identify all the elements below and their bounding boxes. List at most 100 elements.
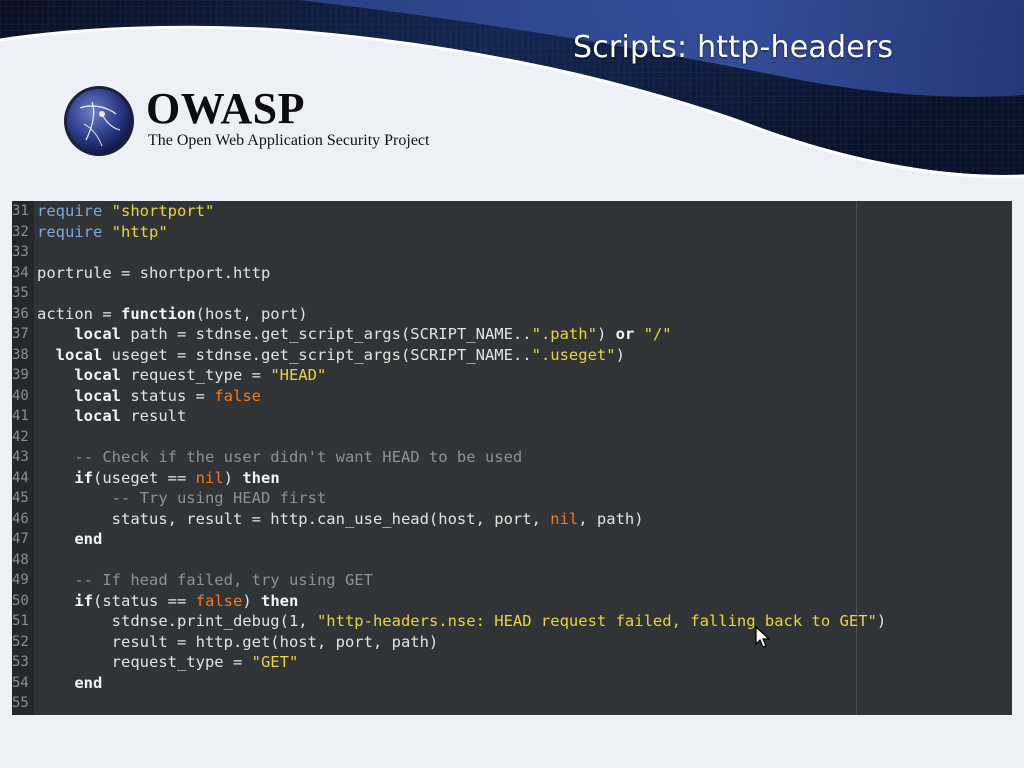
code-text: if(status == false) then [37, 591, 298, 612]
slide-title: Scripts: http-headers [573, 30, 894, 65]
code-token-kw: then [261, 591, 299, 610]
line-number: 54 [12, 674, 29, 691]
code-token-pl: status, result = http.can_use_head(host,… [37, 509, 551, 528]
code-line: 54 end [12, 673, 1012, 694]
code-token-pl: action = [37, 304, 121, 323]
line-number: 32 [12, 223, 29, 240]
code-token-kw: end [74, 673, 103, 692]
line-number: 45 [12, 490, 29, 506]
code-token-cst: nil [195, 468, 224, 487]
line-number: 42 [12, 428, 29, 445]
code-body: 31 require "shortport" 32 require "http" 33 3… [12, 201, 1012, 714]
code-token-kw: or [615, 325, 635, 343]
line-number: 33 [12, 244, 29, 260]
code-text: local useget = stdnse.get_script_args(SC… [37, 345, 625, 366]
code-line: 43 -- Check if the user didn't want HEAD… [12, 447, 1012, 468]
code-line: 38 local useget = stdnse.get_script_args… [12, 345, 1012, 366]
code-editor: 31 require "shortport" 32 require "http" 33 3… [12, 201, 1012, 715]
code-text: result = http.get(host, port, path) [37, 632, 439, 653]
code-token-pl: , path) [578, 509, 644, 528]
code-token-req: require [37, 222, 103, 241]
code-line: 52 result = http.get(host, port, path) [12, 632, 1012, 653]
line-number: 51 [12, 613, 29, 629]
code-token-pl: (status == [93, 591, 196, 610]
code-token-pl: (useget == [93, 468, 196, 487]
code-line: 33 [12, 242, 1012, 263]
line-number: 36 [12, 305, 29, 322]
code-token-kw: if [74, 468, 93, 487]
line-number: 37 [12, 326, 29, 342]
code-token-pl: ) [615, 345, 625, 364]
line-number: 46 [12, 510, 29, 527]
code-line: 42 [12, 427, 1012, 448]
code-line: 40 local status = false [12, 386, 1012, 407]
code-text: local request_type = "HEAD" [37, 365, 326, 386]
code-token-str: ".path" [531, 325, 597, 343]
code-token-pl: ) [596, 325, 616, 343]
code-token-cmt: -- Try using HEAD first [111, 489, 327, 507]
line-number: 31 [12, 203, 29, 219]
line-number: 40 [12, 387, 29, 404]
code-token-pl: ) [223, 468, 243, 487]
code-line: 37 local path = stdnse.get_script_args(S… [12, 324, 1012, 345]
code-token-str: "http-headers.nse: HEAD request failed, … [316, 612, 877, 630]
code-text: local status = false [37, 386, 261, 407]
code-text: require "http" [37, 222, 168, 243]
line-number: 34 [12, 264, 29, 281]
line-number: 43 [12, 449, 29, 465]
code-token-cst: nil [550, 509, 579, 528]
code-token-pl: request_type = [37, 653, 252, 671]
code-token-str: ".useget" [531, 345, 616, 364]
code-token-str: "GET" [251, 653, 299, 671]
code-token-pl: portrule = shortport.http [37, 263, 271, 282]
code-token-req: require [37, 202, 103, 220]
line-number: 50 [12, 592, 29, 609]
owasp-wordmark: OWASP [146, 84, 305, 133]
code-token-str: "shortport" [111, 202, 215, 220]
code-line: 47 end [12, 529, 1012, 550]
code-token-pl: request_type = [121, 366, 271, 384]
code-text: end [37, 673, 102, 694]
code-token-str: "http" [111, 222, 168, 241]
code-line: 49 -- If head failed, try using GET [12, 570, 1012, 591]
code-text: -- If head failed, try using GET [37, 570, 373, 591]
line-number: 47 [12, 531, 29, 547]
code-token-kw: local [74, 366, 121, 384]
line-number: 41 [12, 408, 29, 424]
code-text: -- Check if the user didn't want HEAD to… [37, 447, 522, 468]
code-token-cst: false [195, 591, 243, 610]
code-token-pl: (host, port) [195, 304, 308, 323]
owasp-tagline: The Open Web Application Security Projec… [148, 132, 430, 149]
line-number: 48 [12, 551, 29, 568]
code-text: if(useget == nil) then [37, 468, 279, 489]
line-number: 35 [12, 285, 29, 301]
code-token-str: "HEAD" [270, 366, 327, 384]
code-line: 45 -- Try using HEAD first [12, 488, 1012, 509]
code-token-kw: local [74, 325, 121, 343]
code-text: request_type = "GET" [37, 652, 299, 673]
code-token-kw: local [74, 386, 121, 405]
code-line: 31 require "shortport" [12, 201, 1012, 222]
code-token-pl: stdnse.print_debug(1, [37, 612, 317, 630]
code-token-pl: useget = stdnse.get_script_args(SCRIPT_N… [102, 345, 532, 364]
code-text: local result [37, 406, 186, 427]
code-token-kw: end [74, 530, 103, 548]
code-token-pl: result [121, 407, 187, 425]
code-line: 44 if(useget == nil) then [12, 468, 1012, 489]
owasp-logo: OWASP The Open Web Application Security … [62, 84, 462, 164]
owasp-globe-icon [64, 86, 134, 156]
code-token-pl: ) [242, 591, 261, 610]
line-number: 39 [12, 367, 29, 383]
code-line: 51 stdnse.print_debug(1, "http-headers.n… [12, 611, 1012, 632]
code-token-pl: path = stdnse.get_script_args(SCRIPT_NAM… [121, 325, 532, 343]
code-token-cmt: -- Check if the user didn't want HEAD to… [74, 448, 523, 466]
code-text: require "shortport" [37, 201, 214, 222]
